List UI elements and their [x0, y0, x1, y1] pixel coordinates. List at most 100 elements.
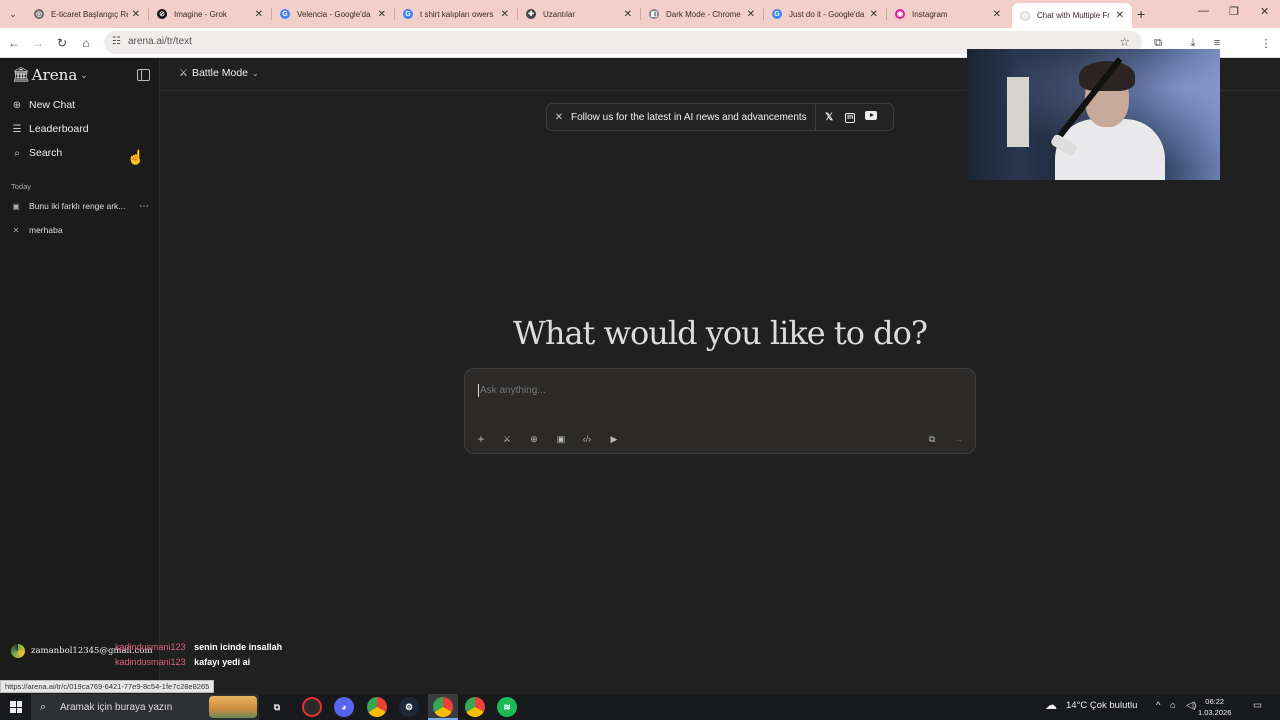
google-icon: G — [403, 9, 413, 19]
history-item[interactable]: ▣ Bunu iki farklı renge ark... ⋯ — [11, 201, 153, 212]
sidebar: 🏛 Arena ⌄ ⊕ New Chat ☰ Leaderboard ⌕ Sea… — [0, 58, 160, 694]
tab-search-chevron-icon[interactable]: ⌄ — [5, 6, 21, 22]
list-icon: ☰ — [12, 123, 22, 135]
tab-title: t shirt kalıpları owers — [420, 9, 494, 19]
arena-logo-icon: 🏛 — [12, 67, 30, 83]
sidebar-item-new-chat[interactable]: ⊕ New Chat — [11, 99, 75, 111]
browser-tab[interactable]: ◧ Dark Mode - Chrome ✕ — [641, 3, 763, 25]
menu-kebab-icon[interactable]: ⋮ — [1258, 35, 1274, 51]
stream-chat-line: kadindusmani123 kafayı yedi ai — [115, 657, 250, 667]
battle-swords-icon[interactable]: ⚔ — [499, 431, 515, 447]
chat-message: senin icinde insallah — [194, 642, 283, 652]
network-icon[interactable]: ⌂ — [1170, 700, 1176, 711]
arena-icon — [1020, 10, 1030, 21]
sidebar-toggle-icon[interactable] — [137, 69, 150, 81]
close-tab-icon[interactable]: ✕ — [1116, 10, 1124, 21]
google-icon: G — [280, 9, 290, 19]
search-highlight-image — [209, 696, 257, 718]
browser-tab[interactable]: G Velencia - Google'da ✕ — [272, 3, 394, 25]
brand-name: Arena — [31, 66, 78, 84]
plus-circle-icon: ⊕ — [12, 99, 22, 111]
close-tab-icon[interactable]: ✕ — [378, 9, 386, 20]
site-info-icon[interactable]: ☷ — [112, 36, 121, 47]
avatar — [11, 644, 25, 658]
globe-icon[interactable]: ⊕ — [526, 431, 542, 447]
address-url: arena.ai/tr/text — [128, 36, 192, 47]
close-tab-icon[interactable]: ✕ — [255, 9, 263, 20]
browser-tab-active[interactable]: Chat with Multiple Fr ✕ — [1012, 3, 1132, 28]
notifications-icon[interactable]: ▭ — [1253, 700, 1262, 711]
browser-tab-strip: ⌄ ◎ E-ticaret Başlangıç Re ✕ ⊘ Imagine -… — [0, 0, 1280, 28]
tray-chevron-icon[interactable]: ^ — [1156, 700, 1160, 711]
steam-icon[interactable]: ⚙ — [399, 697, 419, 717]
sidebar-item-search[interactable]: ⌕ Search — [11, 147, 62, 159]
prompt-input[interactable] — [480, 385, 960, 396]
add-attachment-icon[interactable]: + — [473, 431, 489, 447]
new-tab-icon[interactable]: + — [1137, 6, 1145, 22]
history-item-label: Bunu iki farklı renge ark... — [29, 201, 126, 211]
forward-arrow-icon[interactable]: → — [30, 35, 46, 51]
chrome-icon[interactable] — [465, 697, 485, 717]
browser-tab[interactable]: G Just do it - Google'da ✕ — [764, 3, 886, 25]
windows-start-icon[interactable] — [10, 701, 22, 713]
weather-text[interactable]: 14°C Çok bulutlu — [1066, 700, 1137, 711]
tab-title: Uzantılar — [543, 9, 576, 19]
browser-tab[interactable]: G t shirt kalıpları owers ✕ — [395, 3, 517, 25]
windows-taskbar: ⌕ Aramak için buraya yazın ⧉ ◕ ⚙ ≋ ☁ 14°… — [0, 694, 1280, 720]
close-tab-icon[interactable]: ✕ — [624, 9, 632, 20]
browser-tab[interactable]: ◉ Instagram ✕ — [887, 3, 1009, 25]
spotify-icon[interactable]: ≋ — [497, 697, 517, 717]
follow-banner: ✕ Follow us for the latest in AI news an… — [546, 103, 894, 131]
task-view-icon[interactable]: ⧉ — [267, 697, 287, 717]
send-arrow-icon[interactable]: → — [951, 431, 967, 447]
discord-icon[interactable]: ◕ — [334, 697, 354, 717]
linkedin-icon[interactable]: in — [840, 111, 861, 123]
x-icon[interactable]: 𝕏 — [819, 112, 840, 123]
browser-tab[interactable]: ✚ Uzantılar ✕ — [518, 3, 640, 25]
sidebar-item-leaderboard[interactable]: ☰ Leaderboard — [11, 123, 89, 135]
history-item[interactable]: ✕ merhaba — [11, 225, 153, 235]
webcam-overlay — [967, 49, 1220, 180]
close-tab-icon[interactable]: ✕ — [501, 9, 509, 20]
reload-icon[interactable]: ↻ — [54, 35, 70, 51]
sidebar-item-label: New Chat — [29, 99, 76, 111]
volume-icon[interactable]: ◁) — [1186, 700, 1196, 711]
close-tab-icon[interactable]: ✕ — [993, 9, 1001, 20]
mouse-cursor-icon: ☝ — [127, 149, 145, 165]
chat-username: kadindusmani123 — [115, 642, 186, 652]
tab-title: Velencia - Google'da — [297, 9, 371, 19]
chrome-icon[interactable] — [433, 697, 453, 717]
taskbar-search[interactable]: ⌕ Aramak için buraya yazın — [31, 694, 259, 720]
battle-mode-dropdown[interactable]: ⚔ Battle Mode ⌄ — [179, 67, 259, 79]
taskbar-search-placeholder: Aramak için buraya yazın — [60, 701, 173, 713]
puzzle-icon: ✚ — [526, 9, 536, 19]
close-icon[interactable]: ✕ — [547, 112, 571, 123]
home-icon[interactable]: ⌂ — [78, 35, 94, 51]
prompt-composer: + ⚔ ⊕ ▣ ‹/› ▶ ⧉ → — [464, 368, 976, 454]
close-tab-icon[interactable]: ✕ — [747, 9, 755, 20]
image-upload-icon[interactable]: ⧉ — [924, 431, 940, 447]
app-icon[interactable] — [302, 697, 322, 717]
chat-username: kadindusmani123 — [115, 657, 186, 667]
video-icon[interactable]: ▶ — [606, 431, 622, 447]
more-options-icon[interactable]: ⋯ — [139, 201, 149, 212]
status-url-bubble: https://arena.ai/tr/c/019ca769-6421-77e9… — [0, 680, 215, 693]
clock-date: 1.03.2026 — [1198, 708, 1232, 717]
back-arrow-icon[interactable]: ← — [6, 35, 22, 51]
close-window-icon[interactable]: ✕ — [1260, 5, 1269, 18]
youtube-icon[interactable] — [861, 111, 882, 123]
minimize-icon[interactable]: — — [1198, 5, 1209, 17]
close-tab-icon[interactable]: ✕ — [870, 9, 878, 20]
bookmark-star-icon[interactable]: ☆ — [1119, 35, 1130, 49]
restore-icon[interactable]: ❐ — [1229, 5, 1239, 18]
close-tab-icon[interactable]: ✕ — [132, 9, 140, 20]
image-icon[interactable]: ▣ — [553, 431, 569, 447]
chrome-icon[interactable] — [367, 697, 387, 717]
browser-tab[interactable]: ◎ E-ticaret Başlangıç Re ✕ — [26, 3, 148, 25]
clock[interactable]: 06:22 1.03.2026 — [1198, 696, 1231, 718]
search-icon: ⌕ — [14, 147, 20, 159]
browser-tab[interactable]: ⊘ Imagine - Grok ✕ — [149, 3, 271, 25]
code-icon[interactable]: ‹/› — [579, 431, 595, 447]
brand-switcher[interactable]: 🏛 Arena ⌄ — [12, 66, 88, 84]
swords-icon: ⚔ — [179, 67, 188, 79]
